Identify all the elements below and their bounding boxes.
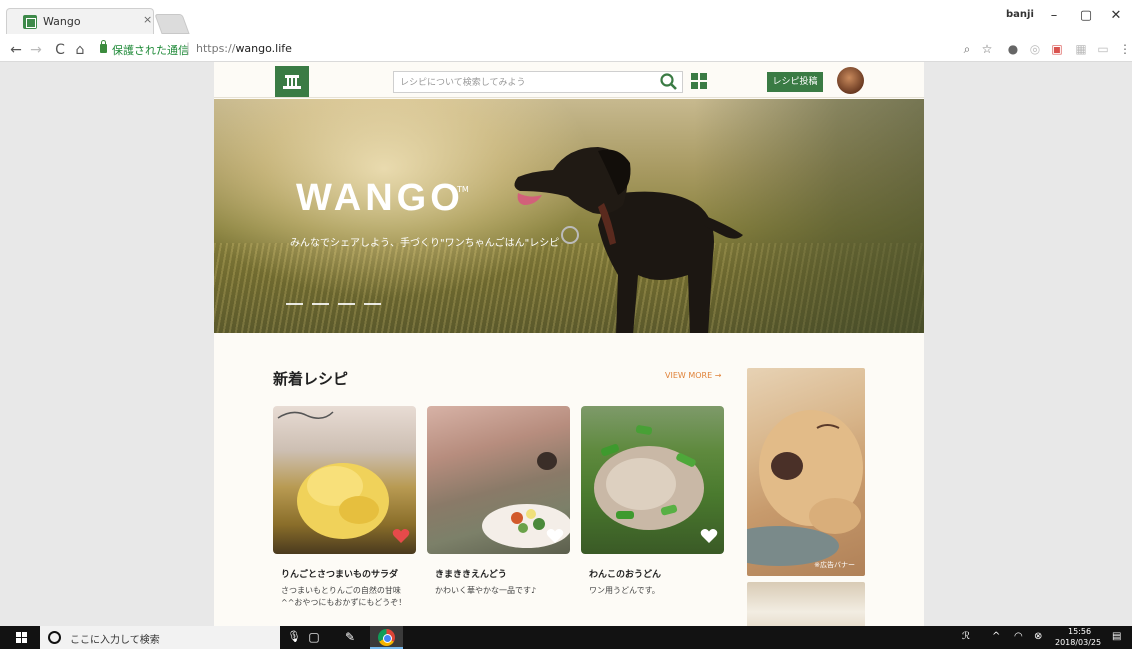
bookmark-star-icon[interactable]: ☆ (980, 42, 994, 56)
recipe-image[interactable] (273, 406, 416, 554)
recipe-description: さつまいもとりんごの自然の甘味^^おやつにもおかずにもどうぞ！ (281, 586, 407, 607)
taskbar-search-text: ここに入力して検索 (70, 635, 160, 646)
recipe-title[interactable]: きまききえんどう (435, 567, 507, 580)
volume-icon[interactable]: ⊗ (1034, 631, 1042, 642)
clock-date[interactable]: 2018/03/25 (1055, 638, 1101, 647)
ad-label: ※広告バナー (814, 561, 855, 569)
browser-tab-bar: Wango × banji – ▢ ✕ (0, 0, 1132, 38)
url-field[interactable]: 保護された通信 | https://wango.life (94, 40, 954, 60)
extension-icon[interactable]: ▭ (1096, 42, 1110, 56)
url-text: https://wango.life (196, 42, 292, 55)
chrome-icon (378, 629, 395, 646)
post-recipe-button[interactable]: レシピ投稿 (767, 72, 823, 92)
recipe-card[interactable]: きまききえんどう かわいく華やかな一品です♪ (427, 406, 570, 595)
cortana-icon (48, 631, 61, 644)
recipe-card[interactable]: りんごとさつまいものサラダ さつまいもとりんごの自然の甘味^^おやつにもおかずに… (273, 406, 416, 607)
site-logo[interactable] (275, 66, 309, 97)
extension-icon[interactable]: ◎ (1028, 42, 1042, 56)
category-grid-icon[interactable] (691, 73, 707, 89)
heart-icon[interactable] (546, 528, 564, 544)
chrome-taskbar-button[interactable] (370, 626, 403, 649)
browser-tab[interactable]: Wango × (6, 8, 154, 34)
search-icon[interactable] (658, 72, 680, 92)
hero-title: WANGO (296, 177, 464, 219)
recipe-description: ワン用うどんです。 (589, 586, 660, 595)
zoom-icon[interactable]: ⌕ (960, 42, 974, 56)
extension-pocket-icon[interactable]: ▣ (1050, 42, 1064, 56)
recipe-title[interactable]: りんごとさつまいものサラダ (281, 567, 398, 580)
new-tab-button[interactable] (154, 14, 190, 34)
network-icon[interactable]: ◠ (1014, 631, 1023, 642)
heart-icon[interactable] (392, 528, 410, 544)
microphone-icon[interactable]: 🎙 (287, 630, 301, 643)
task-view-icon[interactable]: ▢ (306, 630, 322, 644)
hero-trademark: TM (457, 185, 469, 194)
extension-evernote-icon[interactable]: ● (1006, 42, 1020, 56)
extension-icon[interactable]: ▦ (1074, 42, 1088, 56)
bowl-logo-icon (283, 75, 301, 89)
search-input[interactable] (400, 75, 650, 91)
back-icon[interactable]: ← (8, 42, 24, 58)
clock-time[interactable]: 15:56 (1068, 627, 1091, 636)
taskbar-search[interactable]: ここに入力して検索 (40, 626, 280, 649)
recipe-description: かわいく華やかな一品です♪ (435, 586, 537, 595)
site-header: レシピ投稿 (214, 62, 924, 98)
slider-dot[interactable] (338, 303, 355, 305)
app-icon[interactable]: ✎ (342, 630, 358, 644)
address-bar-row: ← → C ⌂ 保護された通信 | https://wango.life ⌕ ☆… (0, 38, 1132, 62)
recipe-card[interactable]: わんこのおうどん ワン用うどんです。 (581, 406, 724, 595)
forward-icon[interactable]: → (28, 42, 44, 58)
taskbar: ここに入力して検索 🎙 ▢ ✎ ℛ ^ ◠ ⊗ 15:56 2018/03/25… (0, 626, 1132, 649)
recipe-image[interactable] (581, 406, 724, 554)
ad-banner[interactable] (747, 582, 865, 626)
url-separator: | (186, 41, 191, 55)
reload-icon[interactable]: C (52, 42, 68, 58)
tab-close-icon[interactable]: × (143, 13, 152, 26)
tray-chevron-icon[interactable]: ^ (992, 631, 1000, 642)
user-avatar[interactable] (837, 67, 864, 94)
home-icon[interactable]: ⌂ (72, 42, 88, 58)
browser-user-label[interactable]: banji (1006, 9, 1034, 20)
people-icon[interactable]: ℛ (962, 631, 970, 642)
recipe-title[interactable]: わんこのおうどん (589, 567, 661, 580)
section-title: 新着レシピ (273, 370, 349, 388)
minimize-button[interactable]: – (1044, 8, 1064, 23)
slider-dot[interactable] (312, 303, 329, 305)
search-box (393, 71, 683, 93)
page-content: レシピ投稿 WANGO TM みんなでシェアしよう、手づくり"ワンちゃんごはん"… (214, 62, 924, 626)
hero-banner: WANGO TM みんなでシェアしよう、手づくり"ワンちゃんごはん"レシピ (214, 99, 924, 333)
puppy-photo (747, 410, 863, 566)
dog-photo (514, 147, 743, 333)
heart-icon[interactable] (700, 528, 718, 544)
tab-title: Wango (43, 15, 81, 28)
slider-dot[interactable] (364, 303, 381, 305)
secure-connection-label[interactable]: 保護された通信 (112, 42, 189, 58)
menu-kebab-icon[interactable]: ⋮ (1118, 42, 1132, 56)
close-window-button[interactable]: ✕ (1106, 8, 1126, 23)
recipe-image[interactable] (427, 406, 570, 554)
restore-button[interactable]: ▢ (1076, 8, 1096, 23)
site-favicon-icon (23, 15, 37, 29)
windows-start-icon[interactable] (16, 632, 28, 644)
slider-indicator (286, 294, 390, 308)
view-more-link[interactable]: VIEW MORE → (665, 371, 721, 380)
slider-dot[interactable] (286, 303, 303, 305)
hero-subtitle: みんなでシェアしよう、手づくり"ワンちゃんごはん"レシピ (290, 238, 560, 249)
ad-banner[interactable]: ※広告バナー (747, 368, 865, 576)
notification-icon[interactable]: ▤ (1112, 631, 1121, 642)
lock-icon (100, 40, 107, 53)
